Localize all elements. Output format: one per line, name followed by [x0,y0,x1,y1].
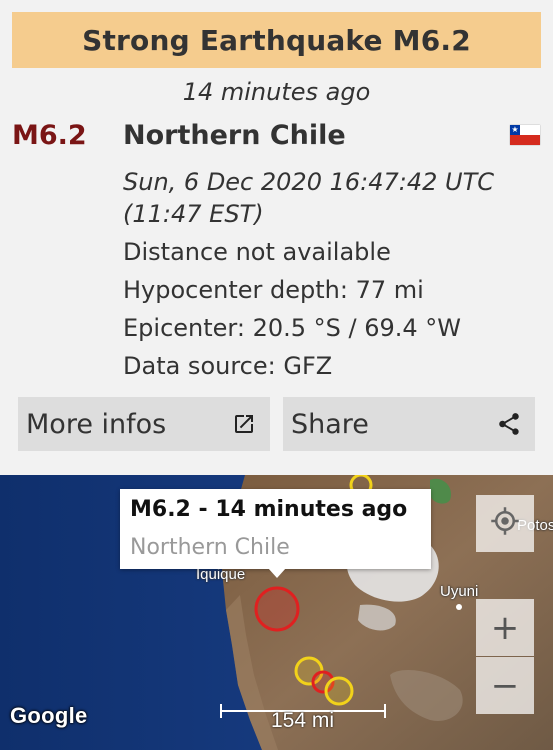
google-logo: Google [10,703,88,728]
share-label: Share [291,408,369,440]
zoom-out-icon: − [490,665,520,706]
chile-flag-icon: ★ [510,125,540,145]
share-icon [495,410,523,438]
epicenter-text: Epicenter: 20.5 °S / 69.4 °W [123,314,462,342]
my-location-icon [490,506,520,541]
zoom-out-button[interactable]: − [476,657,534,714]
more-infos-button[interactable]: More infos [18,397,270,451]
open-external-icon [230,410,258,438]
quake-datetime-utc: Sun, 6 Dec 2020 16:47:42 UTC [123,168,494,196]
popup-region: Northern Chile [130,535,290,560]
popup-pointer [268,568,286,578]
my-location-button[interactable] [476,495,534,552]
quake-info-window[interactable]: M6.2 - 14 minutes ago Northern Chile [120,489,431,569]
popup-title: M6.2 - 14 minutes ago [130,497,408,522]
zoom-in-button[interactable]: + [476,599,534,656]
quake-datetime-local: (11:47 EST) [123,200,264,228]
alert-title: Strong Earthquake M6.2 [82,23,471,57]
share-button[interactable]: Share [283,397,535,451]
region-name: Northern Chile [123,120,346,151]
alert-banner: Strong Earthquake M6.2 [12,12,541,68]
more-infos-label: More infos [26,408,167,440]
map-label-uyuni: Uyuni [440,583,479,600]
magnitude-label: M6.2 [12,120,87,151]
map-scale-label: 154 mi [271,709,335,732]
depth-text: Hypocenter depth: 77 mi [123,276,424,304]
source-text: Data source: GFZ [123,352,333,380]
zoom-in-icon: + [490,607,520,648]
distance-text: Distance not available [123,238,391,266]
time-ago: 14 minutes ago [182,78,371,106]
